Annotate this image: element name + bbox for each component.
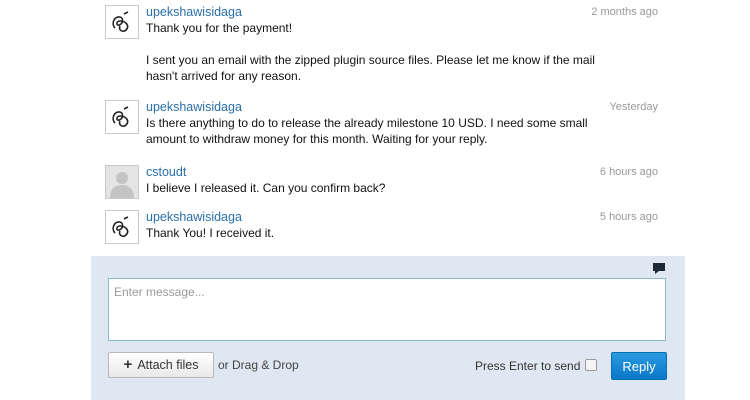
message-item: upekshawisidaga 2 months ago Thank you f… — [105, 5, 665, 93]
message-input[interactable] — [108, 278, 666, 341]
author-name[interactable]: cstoudt — [146, 165, 186, 180]
reply-button-label: Reply — [622, 358, 656, 374]
message-body: I believe I released it. Can you confirm… — [146, 180, 616, 196]
press-enter-label: Press Enter to send — [475, 359, 581, 373]
speech-bubble-icon — [653, 263, 665, 274]
plus-icon: + — [123, 356, 133, 373]
message-time: Yesterday — [609, 101, 658, 113]
press-enter-checkbox[interactable] — [585, 359, 597, 371]
author-name[interactable]: upekshawisidaga — [146, 100, 242, 115]
avatar[interactable] — [105, 165, 139, 199]
message-time: 5 hours ago — [599, 211, 658, 223]
message-item: upekshawisidaga 5 hours ago Thank You! I… — [105, 210, 665, 246]
message-time: 6 hours ago — [599, 166, 658, 178]
signature-logo-icon — [112, 216, 129, 238]
message-body: Thank you for the payment! I sent you an… — [146, 20, 616, 84]
message-item: upekshawisidaga Yesterday Is there anyth… — [105, 100, 665, 156]
reply-button[interactable]: Reply — [611, 352, 667, 380]
message-line: I believe I released it. Can you confirm… — [146, 181, 386, 195]
message-line: I sent you an email with the zipped plug… — [146, 53, 595, 83]
reply-composer: + Attach files or Drag & Drop Press Ente… — [91, 256, 685, 400]
message-body: Thank You! I received it. — [146, 225, 616, 241]
signature-logo-icon — [112, 106, 129, 128]
message-line: Thank You! I received it. — [146, 226, 275, 240]
author-name[interactable]: upekshawisidaga — [146, 210, 242, 225]
avatar[interactable] — [105, 5, 139, 39]
message-line: Is there anything to do to release the a… — [146, 116, 588, 146]
message-body: Is there anything to do to release the a… — [146, 115, 616, 147]
signature-logo-icon — [112, 11, 129, 33]
avatar[interactable] — [105, 210, 139, 244]
drag-drop-hint: or Drag & Drop — [218, 358, 299, 372]
avatar[interactable] — [105, 100, 139, 134]
user-silhouette-icon — [106, 166, 138, 198]
message-item: cstoudt 6 hours ago I believe I released… — [105, 165, 665, 201]
message-line: Thank you for the payment! — [146, 21, 293, 35]
author-name[interactable]: upekshawisidaga — [146, 5, 242, 20]
message-time: 2 months ago — [591, 6, 658, 18]
attach-files-button[interactable]: + Attach files — [108, 352, 214, 378]
attach-files-label: Attach files — [137, 358, 199, 372]
